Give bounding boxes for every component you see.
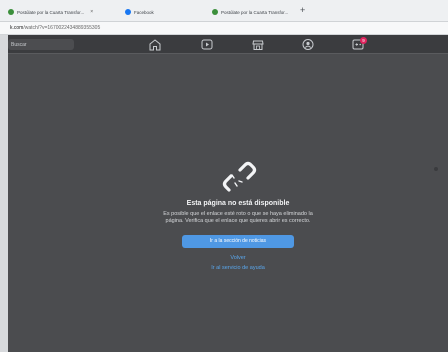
video-icon[interactable]	[200, 38, 214, 51]
help-center-link[interactable]: Ir al servicio de ayuda	[128, 265, 348, 271]
search-input[interactable]: Buscar	[8, 39, 74, 50]
error-title: Esta página no está disponible	[186, 200, 290, 207]
notification-badge: 9	[360, 37, 367, 44]
tab-label: Facebook	[134, 9, 154, 15]
url-text[interactable]: k.com/watch/?v=1670022434889355305	[10, 25, 100, 31]
scroll-indicator	[434, 167, 438, 171]
tab-label: Postúlate por la Cuarta Transfor...	[17, 9, 85, 15]
new-tab-button[interactable]: +	[300, 5, 305, 15]
content-unavailable-panel: Esta página no está disponible Es posibl…	[128, 160, 348, 271]
browser-tab-strip: Postúlate por la Cuarta Transfor... × Fa…	[0, 0, 448, 22]
browser-tab[interactable]: Postúlate por la Cuarta Transfor... ×	[212, 5, 294, 19]
tab-favicon-icon	[212, 9, 218, 15]
go-to-news-feed-button[interactable]: Ir a la sección de noticias	[182, 235, 294, 248]
address-bar[interactable]: k.com/watch/?v=1670022434889355305	[0, 22, 448, 35]
marketplace-icon[interactable]	[251, 38, 265, 51]
facebook-top-nav: Buscar 9	[8, 35, 448, 54]
facebook-favicon-icon	[125, 9, 131, 15]
error-description: Es posible que el enlace esté roto o que…	[163, 211, 313, 224]
facebook-page: Buscar 9 Esta página no está disponible …	[0, 35, 448, 352]
go-back-link[interactable]: Volver	[128, 255, 348, 261]
tab-label: Postúlate por la Cuarta Transfor...	[221, 9, 289, 15]
tab-close-icon[interactable]: ×	[90, 9, 93, 15]
tab-favicon-icon	[8, 9, 14, 15]
home-icon[interactable]	[148, 38, 162, 51]
groups-icon[interactable]	[301, 38, 315, 51]
browser-tab[interactable]: Postúlate por la Cuarta Transfor... ×	[8, 5, 103, 19]
broken-link-icon	[222, 161, 257, 192]
browser-tab[interactable]: Facebook	[125, 5, 185, 19]
